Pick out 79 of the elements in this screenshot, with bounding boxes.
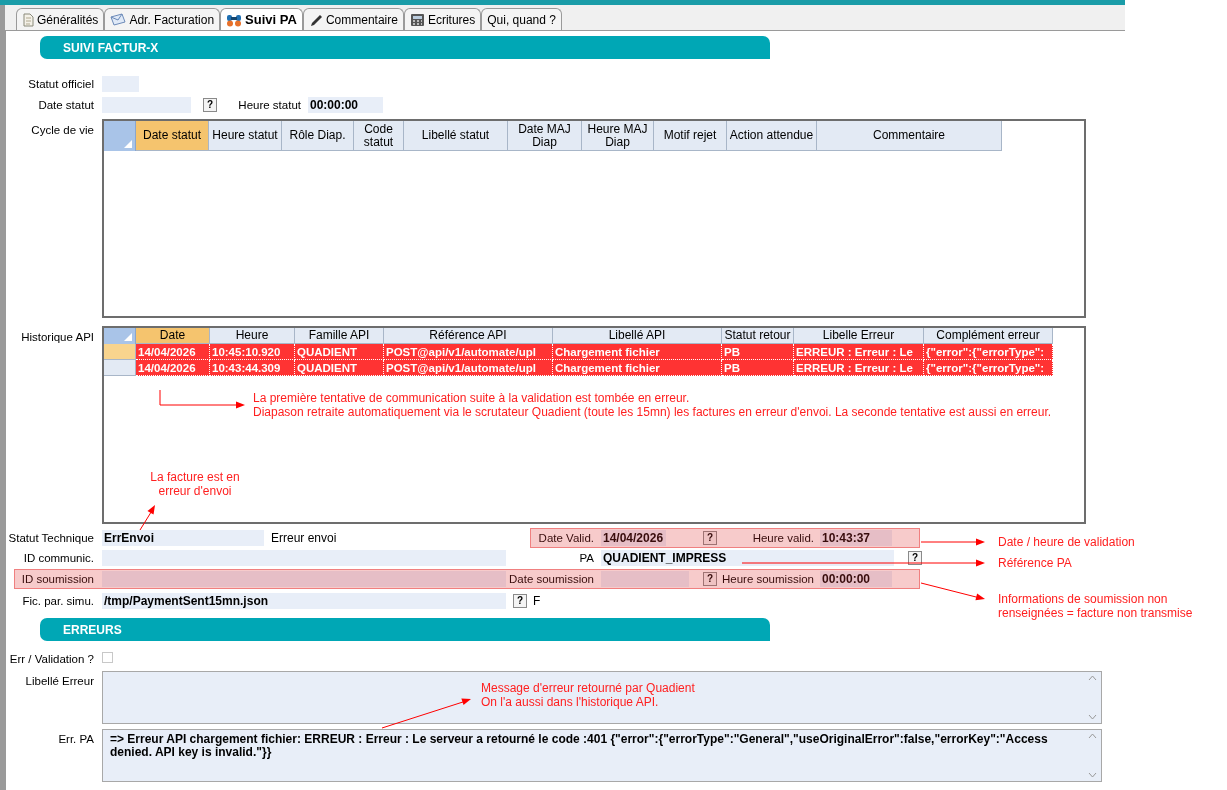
column-header[interactable]: Heure (210, 328, 295, 344)
field-label: Fic. par. simu. (21, 594, 94, 609)
annotation-note: Référence PA (998, 556, 1072, 570)
table-cell: Chargement fichier (553, 360, 722, 376)
annotation-note: La première tentative de communication suite à la validation est tombée en erreur. Diapason retraite automatiquement via le scrutateur Quadient (toute les 15mn) les factures en erreur d'envoi. La seconde tentative est aussi en erreur. (253, 391, 1052, 419)
field-label: ID soumission (20, 572, 94, 587)
annotation-note: Informations de soumission non renseignées = facture non transmise (998, 592, 1193, 620)
input-field[interactable]: QUADIENT_IMPRESS (601, 550, 894, 566)
table-cell: 14/04/2026 (136, 344, 210, 360)
field-label: Heure valid. (751, 531, 814, 546)
field-label: Heure soumission (720, 572, 814, 587)
table-cell: POST@api/v1/automate/upl (384, 344, 553, 360)
input-field[interactable]: /tmp/PaymentSent15mn.json (102, 593, 506, 609)
annotation-note: Message d'erreur retourné par Quadient On l'a aussi dans l'historique API. (481, 681, 695, 709)
field-label: Heure statut (237, 98, 301, 113)
table-cell: QUADIENT (295, 344, 384, 360)
table-cell: ERREUR : Erreur : Le (794, 360, 924, 376)
tab[interactable]: Suivi PA (220, 8, 303, 31)
help-button[interactable]: ? (703, 531, 717, 545)
table-cell: 10:45:10.920 (210, 344, 295, 360)
field-label: Date Valid. (537, 531, 594, 546)
tab[interactable]: Commentaire (302, 8, 404, 30)
column-header[interactable]: Date MAJ Diap (508, 121, 582, 151)
tab[interactable]: Qui, quand ? (481, 8, 562, 30)
field-label: Err. PA (57, 732, 94, 747)
field-label: Statut Technique (7, 531, 94, 546)
column-header[interactable]: Référence API (384, 328, 553, 344)
annotation-note: La facture est en erreur d'envoi (149, 470, 241, 498)
column-header[interactable]: Date (136, 328, 210, 344)
table-cell: 14/04/2026 (136, 360, 210, 376)
column-header[interactable]: Action attendue (727, 121, 817, 151)
input-field[interactable]: 00:00:00 (820, 571, 892, 587)
table-cell: PB (722, 360, 794, 376)
tab[interactable]: Généralités (16, 8, 105, 30)
column-header[interactable]: Libellé statut (404, 121, 508, 151)
field-label: PA (578, 551, 594, 566)
table-cell: ERREUR : Erreur : Le (794, 344, 924, 360)
table-cell: POST@api/v1/automate/upl (384, 360, 553, 376)
table-cell: QUADIENT (295, 360, 384, 376)
field-label: Date statut (37, 98, 94, 113)
column-header[interactable]: Complément erreur (924, 328, 1053, 344)
field-label: Err / Validation ? (8, 652, 94, 667)
column-header[interactable]: Rôle Diap. (282, 121, 354, 151)
tab[interactable]: Adr. Facturation (104, 8, 221, 30)
column-header[interactable]: Statut retour (722, 328, 794, 344)
input-field[interactable]: 14/04/2026 (601, 530, 666, 546)
field-label: Date soumission (508, 572, 594, 587)
field-label: Libellé Erreur (24, 674, 94, 689)
input-field[interactable]: 00:00:00 (308, 97, 383, 113)
table-cell: PB (722, 344, 794, 360)
column-header[interactable]: Code statut (354, 121, 404, 151)
section-header: SUIVI FACTUR-X (40, 36, 770, 59)
column-header[interactable]: Heure statut (209, 121, 282, 151)
field-value: F (533, 593, 541, 609)
field-label: Statut officiel (27, 77, 94, 92)
field-label: Historique API (20, 330, 94, 345)
table-cell: {"error":{"errorType": (924, 360, 1053, 376)
input-field[interactable]: 10:43:37 (820, 530, 892, 546)
help-button[interactable]: ? (513, 594, 527, 608)
column-header[interactable]: Date statut (136, 121, 209, 151)
field-label: ID communic. (22, 551, 94, 566)
field-value: Erreur envoi (271, 530, 338, 546)
table-cell: 10:43:44.309 (210, 360, 295, 376)
help-button[interactable]: ? (703, 572, 717, 586)
column-header[interactable]: Libelle Erreur (794, 328, 924, 344)
field-label: Cycle de vie (30, 123, 94, 138)
table-cell: Chargement fichier (553, 344, 722, 360)
table-cell: {"error":{"errorType": (924, 344, 1053, 360)
text-area[interactable]: => Erreur API chargement fichier: ERREUR : Erreur : Le serveur a retourné le code :401 {"error":{"errorType":"General","useOriginalError":false,"errorKey":"Access denied. API key is invalid."}} (102, 729, 1102, 782)
column-header[interactable]: Heure MAJ Diap (582, 121, 654, 151)
column-header[interactable]: Libellé API (553, 328, 722, 344)
section-header: ERREURS (40, 618, 770, 641)
column-header[interactable]: Famille API (295, 328, 384, 344)
help-button[interactable]: ? (203, 98, 217, 112)
input-field[interactable]: ErrEnvoi (102, 530, 264, 546)
tab[interactable]: Ecritures (403, 8, 482, 30)
column-header[interactable]: Motif rejet (654, 121, 727, 151)
annotation-note: Date / heure de validation (998, 535, 1135, 549)
column-header[interactable]: Commentaire (817, 121, 1002, 151)
